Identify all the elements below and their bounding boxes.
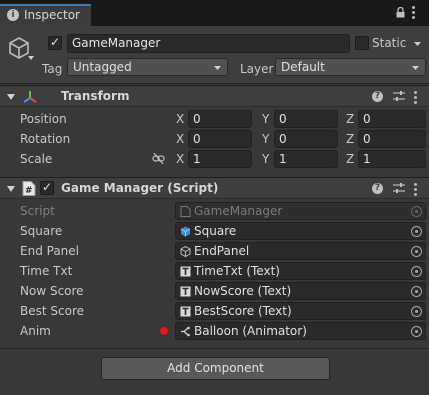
foldout-arrow-icon[interactable] — [7, 186, 15, 192]
tag-dropdown[interactable]: Untagged — [67, 58, 228, 76]
square-label: Square — [20, 224, 63, 238]
cube-outline-icon — [180, 246, 191, 257]
square-field[interactable]: Square — [175, 222, 426, 240]
object-picker-icon[interactable] — [411, 226, 422, 237]
help-icon[interactable]: ? — [372, 183, 383, 194]
now-score-label: Now Score — [20, 284, 84, 298]
rotation-z-field[interactable]: 0 — [358, 130, 426, 148]
kebab-menu-icon[interactable] — [414, 182, 418, 196]
end-panel-field[interactable]: EndPanel — [175, 242, 426, 260]
script-enabled-checkbox[interactable] — [40, 180, 54, 195]
constrain-proportions-link-icon[interactable] — [152, 153, 165, 164]
presets-icon[interactable] — [393, 91, 405, 102]
chevron-down-icon — [412, 66, 419, 70]
now-score-value: NowScore (Text) — [194, 284, 292, 298]
divider — [0, 348, 429, 349]
transform-title: Transform — [61, 89, 130, 103]
object-picker-icon[interactable] — [411, 286, 422, 297]
position-y-field[interactable]: 0 — [274, 110, 338, 128]
axis-z-label[interactable]: Z — [346, 112, 354, 126]
layer-value: Default — [281, 60, 325, 74]
add-component-button[interactable]: Add Component — [101, 357, 330, 380]
foldout-arrow-icon[interactable] — [7, 94, 15, 100]
axis-z-label[interactable]: Z — [346, 152, 354, 166]
script-file-icon — [180, 206, 191, 217]
axis-x-label[interactable]: X — [176, 132, 184, 146]
time-txt-label: Time Txt — [20, 264, 73, 278]
transform-axes-icon — [23, 91, 37, 103]
scale-z-field[interactable]: 1 — [358, 150, 426, 168]
info-icon: i — [7, 9, 19, 21]
end-panel-label: End Panel — [20, 244, 79, 258]
anim-label: Anim — [20, 324, 51, 338]
static-checkbox[interactable] — [355, 36, 369, 50]
tag-value: Untagged — [73, 60, 132, 74]
layer-label: Layer — [240, 62, 274, 76]
square-value: Square — [194, 224, 237, 238]
presets-icon[interactable] — [393, 183, 405, 194]
position-x-field[interactable]: 0 — [188, 110, 252, 128]
anim-field[interactable]: Balloon (Animator) — [175, 322, 426, 340]
cube-blue-icon — [180, 226, 191, 237]
help-icon[interactable]: ? — [372, 91, 383, 102]
scale-x-field[interactable]: 1 — [188, 150, 252, 168]
best-score-value: BestScore (Text) — [194, 304, 292, 318]
script-label: Script — [20, 204, 55, 218]
script-value: GameManager — [194, 204, 283, 218]
axis-y-label[interactable]: Y — [262, 152, 269, 166]
text-t-icon — [180, 306, 191, 317]
active-checkbox[interactable] — [48, 35, 62, 50]
svg-text:#: # — [25, 186, 33, 196]
axis-z-label[interactable]: Z — [346, 132, 354, 146]
animator-icon — [181, 326, 190, 337]
object-name-field[interactable]: GameManager — [67, 34, 350, 53]
anim-value: Balloon (Animator) — [194, 324, 307, 338]
time-txt-field[interactable]: TimeTxt (Text) — [175, 262, 426, 280]
script-component-title: Game Manager (Script) — [61, 181, 219, 195]
game-manager-script-header[interactable]: # Game Manager (Script) ? — [0, 177, 429, 199]
time-txt-value: TimeTxt (Text) — [194, 264, 280, 278]
now-score-field[interactable]: NowScore (Text) — [175, 282, 426, 300]
scale-label: Scale — [20, 152, 53, 166]
axis-x-label[interactable]: X — [176, 112, 184, 126]
object-header: GameManager Static Tag Untagged Layer De… — [0, 26, 429, 84]
chevron-down-icon — [214, 66, 221, 70]
static-label: Static — [372, 36, 407, 50]
object-picker-icon — [411, 206, 422, 217]
chevron-down-icon[interactable] — [28, 56, 34, 60]
tab-inspector-label: Inspector — [24, 8, 80, 22]
object-picker-icon[interactable] — [411, 266, 422, 277]
layer-dropdown[interactable]: Default — [275, 58, 426, 76]
kebab-menu-icon[interactable] — [412, 6, 416, 20]
best-score-label: Best Score — [20, 304, 84, 318]
position-z-field[interactable]: 0 — [358, 110, 426, 128]
modified-indicator-dot — [160, 327, 168, 335]
tab-bar: i Inspector — [0, 0, 429, 26]
text-t-icon — [180, 286, 191, 297]
axis-x-label[interactable]: X — [176, 152, 184, 166]
object-picker-icon[interactable] — [411, 306, 422, 317]
object-picker-icon[interactable] — [411, 246, 422, 257]
tab-inspector[interactable]: i Inspector — [0, 4, 91, 26]
object-picker-icon[interactable] — [411, 326, 422, 337]
static-dropdown-arrow-icon[interactable] — [414, 42, 421, 46]
scale-y-field[interactable]: 1 — [274, 150, 338, 168]
end-panel-value: EndPanel — [194, 244, 250, 258]
csharp-script-icon: # — [22, 181, 36, 196]
rotation-x-field[interactable]: 0 — [188, 130, 252, 148]
rotation-label: Rotation — [20, 132, 71, 146]
rotation-y-field[interactable]: 0 — [274, 130, 338, 148]
script-field: GameManager — [175, 202, 426, 220]
kebab-menu-icon[interactable] — [414, 90, 418, 104]
tag-label: Tag — [42, 62, 63, 76]
transform-header[interactable]: Transform ? — [0, 85, 429, 107]
text-t-icon — [180, 266, 191, 277]
position-label: Position — [20, 112, 67, 126]
axis-y-label[interactable]: Y — [262, 112, 269, 126]
axis-y-label[interactable]: Y — [262, 132, 269, 146]
lock-icon[interactable] — [396, 7, 405, 18]
best-score-field[interactable]: BestScore (Text) — [175, 302, 426, 320]
